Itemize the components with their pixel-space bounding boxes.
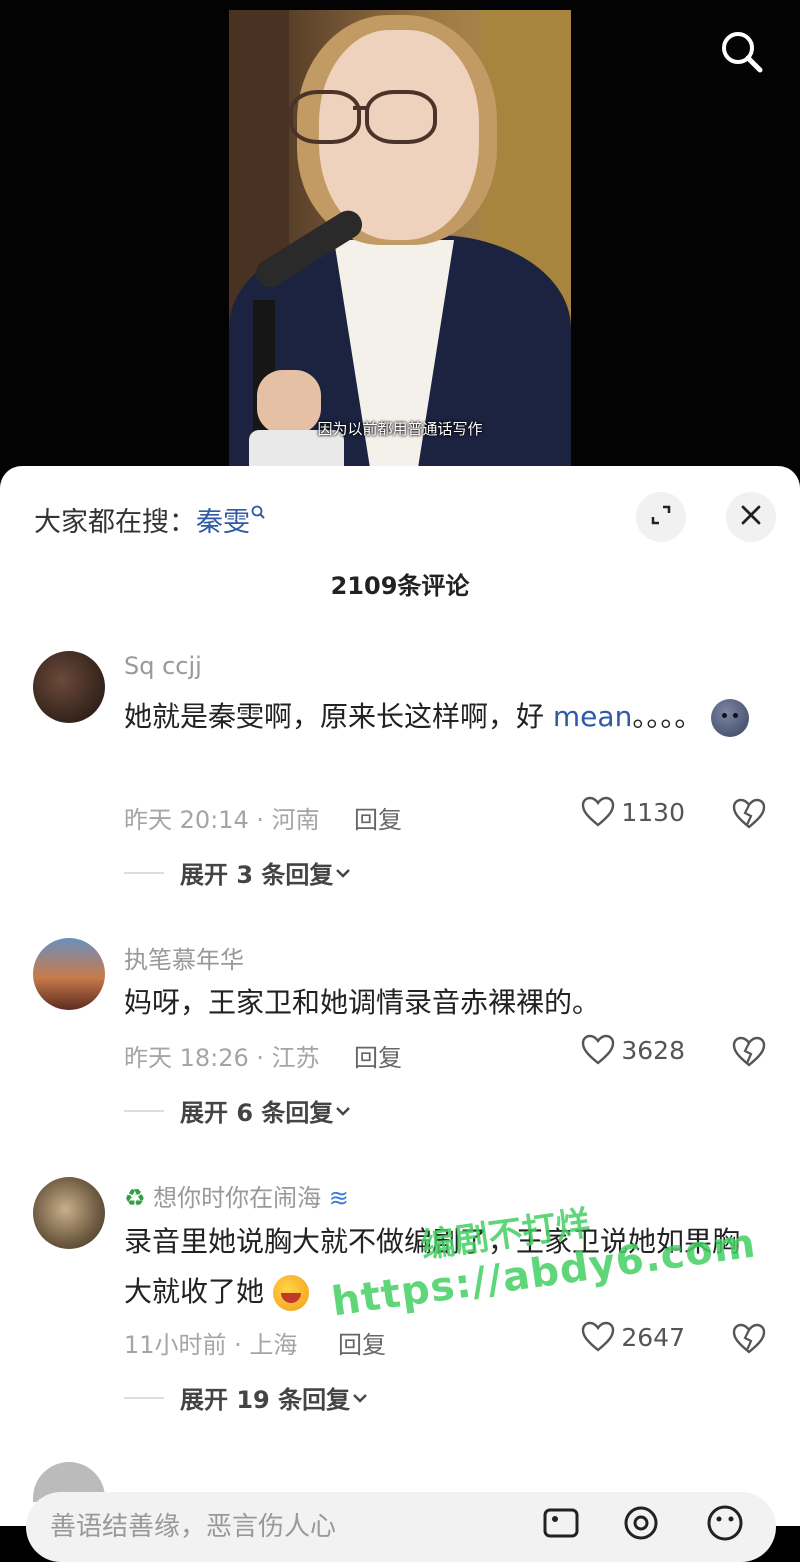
comment-username[interactable]: Sq ccjj <box>124 652 202 680</box>
reply-button[interactable]: 回复 <box>354 1038 402 1073</box>
like-count: 2647 <box>621 1322 685 1352</box>
comment-link[interactable]: mean <box>553 700 632 733</box>
expand-replies[interactable]: 展开 19 条回复 <box>124 1380 370 1415</box>
comment-meta: 昨天 20:14 · 河南 <box>124 806 320 834</box>
like-button[interactable]: 3628 <box>581 1034 685 1066</box>
comment-text: 她就是秦雯啊，原来长这样啊，好 mean。。。。 <box>124 692 764 742</box>
divider <box>124 1396 164 1399</box>
expand-replies[interactable]: 展开 6 条回复 <box>124 1093 353 1128</box>
broken-heart-icon[interactable] <box>732 798 766 832</box>
expand-replies-label: 展开 6 条回复 <box>180 1099 334 1127</box>
recycle-icon: ♻ <box>124 1184 146 1212</box>
comment-text-tail: 。。。。 <box>632 700 703 733</box>
comment-text: 妈呀，王家卫和她调情录音赤裸裸的。 <box>124 986 601 1019</box>
like-button[interactable]: 1130 <box>581 796 685 828</box>
expand-icon <box>649 503 673 531</box>
comment-text-plain: 她就是秦雯啊，原来长这样啊，好 <box>124 700 553 733</box>
expand-button[interactable] <box>636 492 686 542</box>
comment-meta: 11小时前 · 上海 <box>124 1331 298 1359</box>
expand-replies-label: 展开 3 条回复 <box>180 861 334 889</box>
video-subtitle: 因为以前都用普通话写作 <box>317 420 483 438</box>
broken-heart-icon[interactable] <box>732 1323 766 1357</box>
hot-search-keyword[interactable]: 秦雯 <box>196 507 250 538</box>
image-icon[interactable] <box>540 1502 582 1544</box>
comment-username[interactable]: 执笔慕年华 <box>124 940 244 975</box>
close-icon <box>739 503 763 531</box>
avatar[interactable] <box>33 1177 105 1249</box>
avatar[interactable] <box>33 651 105 723</box>
chevron-down-icon <box>353 1393 367 1403</box>
heart-icon <box>582 1321 615 1352</box>
expand-replies-label: 展开 19 条回复 <box>180 1386 351 1414</box>
like-count: 1130 <box>621 797 685 827</box>
broken-heart-icon[interactable] <box>732 1036 766 1070</box>
chevron-down-icon <box>336 1106 351 1116</box>
comment-username[interactable]: ♻ 想你时你在闹海 ≋ <box>124 1178 349 1213</box>
comment-count: 2109条评论 <box>330 572 470 600</box>
expand-replies[interactable]: 展开 3 条回复 <box>124 855 353 890</box>
close-button[interactable] <box>726 492 776 542</box>
glasses-bridge <box>353 106 369 110</box>
comment-input[interactable]: 善语结善缘，恶言伤人心 <box>26 1492 776 1562</box>
comment-meta: 昨天 18:26 · 江苏 <box>124 1044 320 1072</box>
heart-icon <box>582 796 615 827</box>
comment-username-text: 想你时你在闹海 <box>153 1184 322 1212</box>
reply-button[interactable]: 回复 <box>338 1325 386 1360</box>
glasses-left <box>289 90 361 144</box>
moon-face-icon <box>711 699 750 737</box>
chevron-down-icon <box>336 868 351 878</box>
mention-icon[interactable] <box>620 1502 662 1544</box>
avatar[interactable] <box>33 938 105 1010</box>
reply-button[interactable]: 回复 <box>354 800 402 835</box>
search-icon <box>250 496 266 519</box>
glasses-right <box>365 90 437 144</box>
divider <box>124 1109 164 1112</box>
like-count: 3628 <box>621 1035 685 1065</box>
wave-icon: ≋ <box>328 1184 349 1212</box>
hot-search-label: 大家都在搜： <box>34 507 196 538</box>
hot-search-bar[interactable]: 大家都在搜：秦雯 <box>34 500 266 539</box>
emoji-icon[interactable] <box>704 1502 746 1544</box>
heart-icon <box>582 1034 615 1065</box>
video-frame[interactable]: 因为以前都用普通话写作 <box>229 10 571 468</box>
comment-input-placeholder: 善语结善缘，恶言伤人心 <box>50 1512 337 1542</box>
video-player[interactable]: 因为以前都用普通话写作 <box>0 0 800 470</box>
laughing-face-icon <box>272 1275 309 1311</box>
divider <box>124 871 164 874</box>
search-icon[interactable] <box>716 26 768 78</box>
like-button[interactable]: 2647 <box>581 1321 685 1353</box>
